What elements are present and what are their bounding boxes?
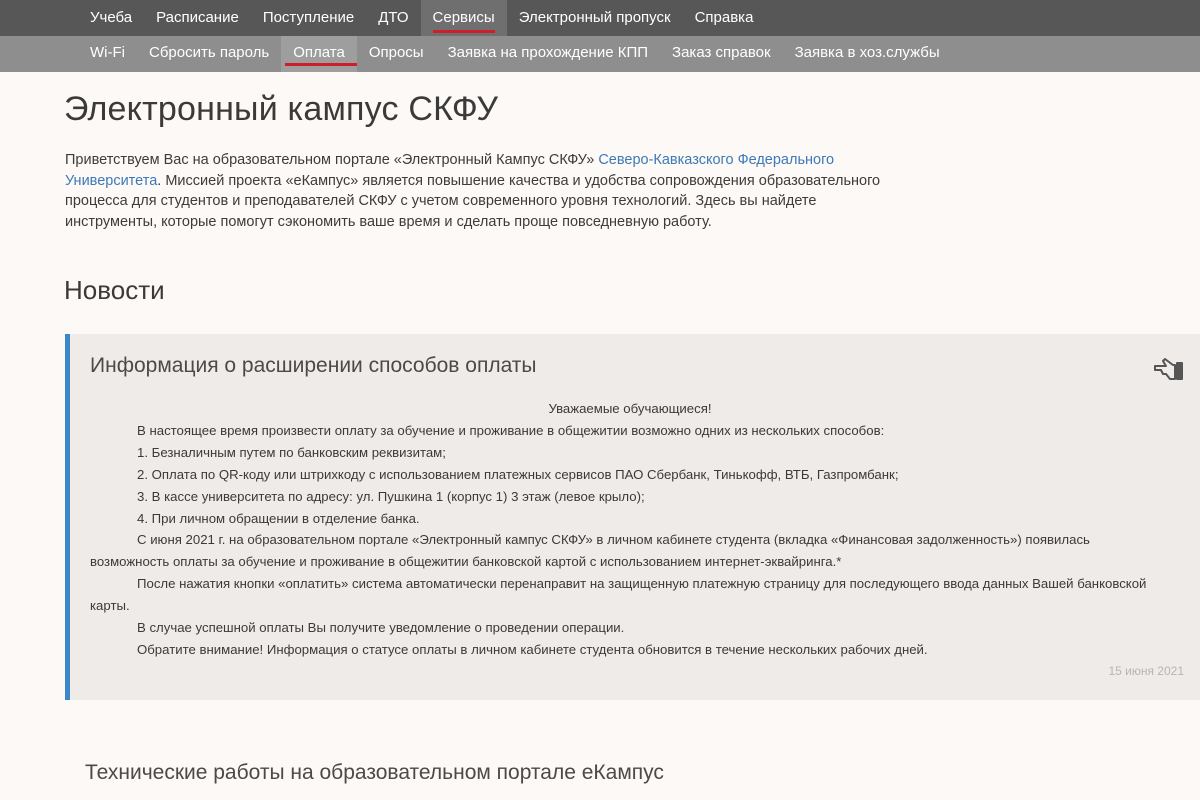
news-paragraph: 2. Оплата по QR-коду или штрихкоду с исп… <box>137 466 899 482</box>
sub-nav-item-kpp-request[interactable]: Заявка на прохождение КПП <box>436 36 660 72</box>
sub-nav-item-payment[interactable]: Оплата <box>281 36 357 72</box>
top-nav-item-ucheba[interactable]: Учеба <box>78 0 144 36</box>
news-title[interactable]: Информация о расширении способов оплаты <box>90 354 537 378</box>
intro-text-start: Приветствуем Вас на образовательном порт… <box>65 152 599 168</box>
news-date: 15 июня 2021 <box>1108 664 1184 678</box>
news-paragraph: 3. В кассе университета по адресу: ул. П… <box>137 488 645 504</box>
sub-nav-item-surveys[interactable]: Опросы <box>357 36 436 72</box>
news-paragraph: С июня 2021 г. на образовательном портал… <box>90 532 1090 570</box>
news-body: Уважаемые обучающиеся! В настоящее время… <box>90 398 1170 661</box>
news-paragraph: 4. При личном обращении в отделение банк… <box>137 510 420 526</box>
sub-nav-item-maintenance-request[interactable]: Заявка в хоз.службы <box>783 36 952 72</box>
news-paragraph: После нажатия кнопки «оплатить» система … <box>90 576 1147 614</box>
pin-icon <box>1152 352 1186 384</box>
top-nav: Учеба Расписание Поступление ДТО Сервисы… <box>0 0 1200 36</box>
top-nav-items: Учеба Расписание Поступление ДТО Сервисы… <box>78 0 765 36</box>
sub-nav-item-reset-password[interactable]: Сбросить пароль <box>137 36 281 72</box>
sub-nav-items: Wi-Fi Сбросить пароль Оплата Опросы Заяв… <box>78 36 952 72</box>
top-nav-item-postuplenie[interactable]: Поступление <box>251 0 366 36</box>
news-paragraph: 1. Безналичным путем по банковским рекви… <box>137 444 446 460</box>
news-greeting: Уважаемые обучающиеся! <box>548 401 712 416</box>
news-title-2[interactable]: Технические работы на образовательном по… <box>85 761 664 785</box>
top-nav-item-servisy[interactable]: Сервисы <box>420 0 507 36</box>
intro-text-end: . Миссией проекта «еКампус» является пов… <box>65 172 881 230</box>
news-paragraph: Обратите внимание! Информация о статусе … <box>137 641 928 657</box>
top-nav-item-dto[interactable]: ДТО <box>366 0 420 36</box>
intro-text: Приветствуем Вас на образовательном порт… <box>65 150 905 232</box>
page-title: Электронный кампус СКФУ <box>64 90 499 128</box>
sub-nav-item-certificates[interactable]: Заказ справок <box>660 36 783 72</box>
sub-nav-item-wifi[interactable]: Wi-Fi <box>78 36 137 72</box>
top-nav-item-propusk[interactable]: Электронный пропуск <box>507 0 683 36</box>
sub-nav: Wi-Fi Сбросить пароль Оплата Опросы Заяв… <box>0 36 1200 72</box>
news-paragraph: В настоящее время произвести оплату за о… <box>137 422 885 438</box>
news-paragraph: В случае успешной оплаты Вы получите уве… <box>137 620 625 636</box>
top-nav-item-raspisanie[interactable]: Расписание <box>144 0 251 36</box>
top-nav-item-spravka[interactable]: Справка <box>683 0 766 36</box>
news-card: Информация о расширении способов оплаты … <box>65 334 1200 700</box>
news-heading: Новости <box>64 275 165 305</box>
